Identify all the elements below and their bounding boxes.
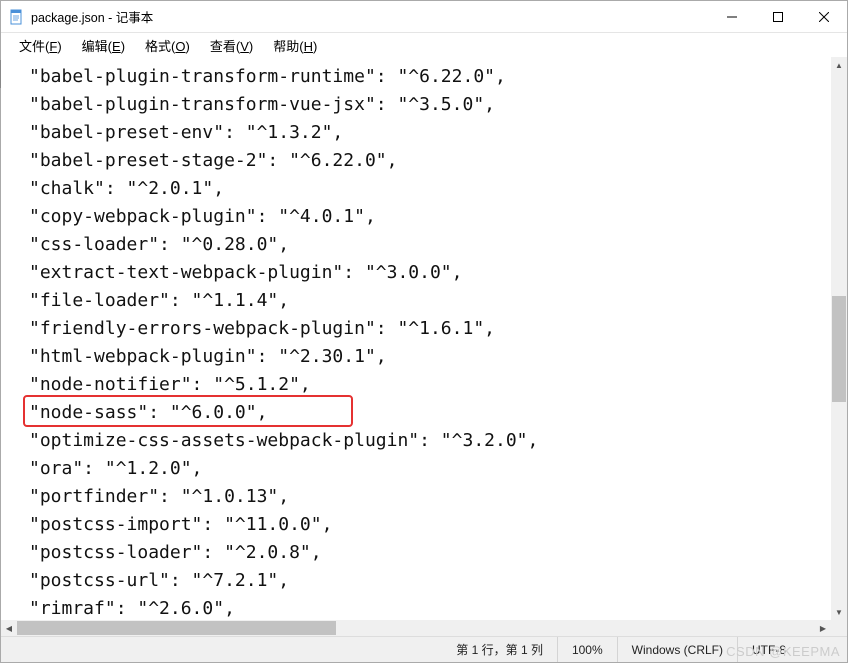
minimize-button[interactable] [709,2,755,32]
code-line: "friendly-errors-webpack-plugin": "^1.6.… [1,315,831,343]
code-line: "postcss-import": "^11.0.0", [1,511,831,539]
horizontal-scrollbar[interactable]: ◀ ▶ [1,620,831,636]
vertical-track[interactable] [831,73,847,604]
code-line: "copy-webpack-plugin": "^4.0.1", [1,203,831,231]
horizontal-thumb[interactable] [17,621,336,635]
titlebar[interactable]: package.json - 记事本 [1,1,847,33]
maximize-button[interactable] [755,2,801,32]
status-position: 第 1 行，第 1 列 [442,637,557,662]
scroll-up-button[interactable]: ▲ [831,57,847,73]
code-line: "extract-text-webpack-plugin": "^3.0.0", [1,259,831,287]
code-line: "node-notifier": "^5.1.2", [1,371,831,399]
horizontal-track[interactable] [17,620,815,636]
code-line: "css-loader": "^0.28.0", [1,231,831,259]
menu-edit[interactable]: 编辑(E) [74,34,133,57]
menu-view[interactable]: 查看(V) [202,34,261,57]
code-line: "optimize-css-assets-webpack-plugin": "^… [1,427,831,455]
vertical-scrollbar[interactable]: ▲ ▼ [831,57,847,620]
code-line: "ora": "^1.2.0", [1,455,831,483]
menu-file[interactable]: 文件(F) [11,34,70,57]
scroll-right-button[interactable]: ▶ [815,620,831,636]
code-line: "chalk": "^2.0.1", [1,175,831,203]
close-button[interactable] [801,2,847,32]
code-line: "postcss-url": "^7.2.1", [1,567,831,595]
code-line: "file-loader": "^1.1.4", [1,287,831,315]
code-line: "babel-plugin-transform-runtime": "^6.22… [1,63,831,91]
code-line: "babel-preset-stage-2": "^6.22.0", [1,147,831,175]
statusbar: 第 1 行，第 1 列 100% Windows (CRLF) UTF-8 [1,636,847,662]
text-editor[interactable]: "babel-plugin-transform-runtime": "^6.22… [1,57,831,620]
code-line: "node-sass": "^6.0.0", [1,399,831,427]
scroll-left-button[interactable]: ◀ [1,620,17,636]
status-zoom: 100% [557,637,617,662]
code-line: "postcss-loader": "^2.0.8", [1,539,831,567]
code-line: "html-webpack-plugin": "^2.30.1", [1,343,831,371]
scroll-down-button[interactable]: ▼ [831,604,847,620]
menu-format[interactable]: 格式(O) [137,34,198,57]
status-encoding: UTF-8 [737,637,847,662]
window-title: package.json - 记事本 [31,7,153,26]
scroll-corner [831,620,847,636]
vertical-thumb[interactable] [832,296,846,402]
menubar: 文件(F) 编辑(E) 格式(O) 查看(V) 帮助(H) [1,33,847,57]
status-line-ending: Windows (CRLF) [617,637,737,662]
editor-area: "babel-plugin-transform-runtime": "^6.22… [1,57,847,636]
notepad-icon [9,9,25,25]
code-line: "rimraf": "^2.6.0", [1,595,831,620]
menu-help[interactable]: 帮助(H) [265,34,325,57]
code-line: "portfinder": "^1.0.13", [1,483,831,511]
code-line: "babel-plugin-transform-vue-jsx": "^3.5.… [1,91,831,119]
notepad-window: package.json - 记事本 文件(F) 编辑(E) 格式(O) 查看(… [0,0,848,663]
code-line: "babel-preset-env": "^1.3.2", [1,119,831,147]
